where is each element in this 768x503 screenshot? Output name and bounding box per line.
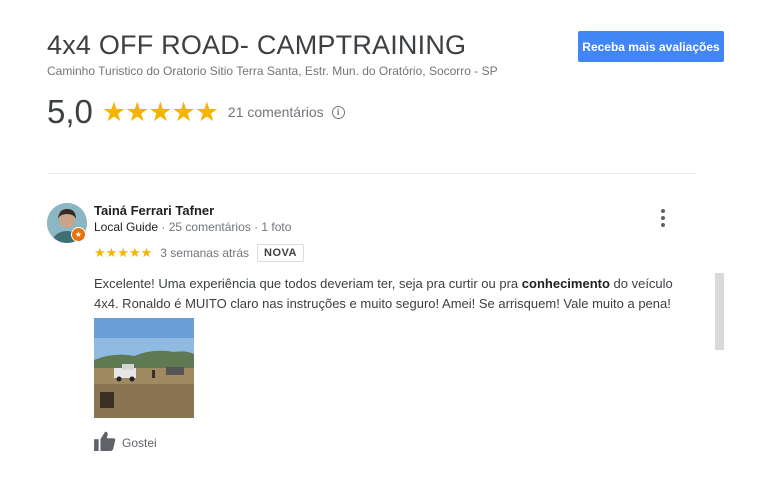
review-text-bold: conhecimento	[521, 276, 610, 291]
place-address: Caminho Turistico do Oratorio Sitio Terr…	[47, 64, 498, 78]
more-vert-icon[interactable]	[652, 206, 674, 230]
review-author-name[interactable]: Tainá Ferrari Tafner	[94, 203, 214, 218]
review-date: 3 semanas atrás	[160, 246, 249, 260]
local-guide-label: Local Guide	[94, 220, 159, 234]
info-icon[interactable]: i	[331, 105, 345, 119]
review-author-meta: Local Guide · 25 comentários · 1 foto	[94, 220, 291, 234]
thumbs-up-icon	[94, 431, 116, 456]
place-title: 4x4 OFF ROAD- CAMPTRAINING	[47, 30, 467, 60]
review-photo[interactable]	[94, 318, 194, 418]
like-label: Gostei	[122, 436, 157, 450]
reviews-count-link[interactable]: 21 comentários	[228, 104, 324, 120]
local-guide-star-icon: ★	[71, 227, 86, 242]
review-text: Excelente! Uma experiência que todos dev…	[94, 274, 694, 313]
rating-score: 5,0	[47, 93, 93, 130]
scrollbar[interactable]	[715, 273, 724, 350]
review-stars: ★★★★★	[94, 245, 153, 260]
review-text-part1: Excelente! Uma experiência que todos dev…	[94, 276, 522, 291]
new-badge: NOVA	[257, 244, 304, 262]
review-meta: ★★★★★ 3 semanas atrás NOVA	[94, 243, 304, 263]
rating-stars: ★★★★★	[101, 96, 219, 127]
author-stats: · 25 comentários · 1 foto	[158, 220, 292, 234]
divider	[47, 173, 696, 174]
like-button[interactable]: Gostei	[94, 431, 157, 456]
rating-summary: 5,0 ★★★★★ 21 comentários i	[47, 92, 345, 132]
get-more-reviews-button[interactable]: Receba mais avaliações	[578, 31, 724, 62]
